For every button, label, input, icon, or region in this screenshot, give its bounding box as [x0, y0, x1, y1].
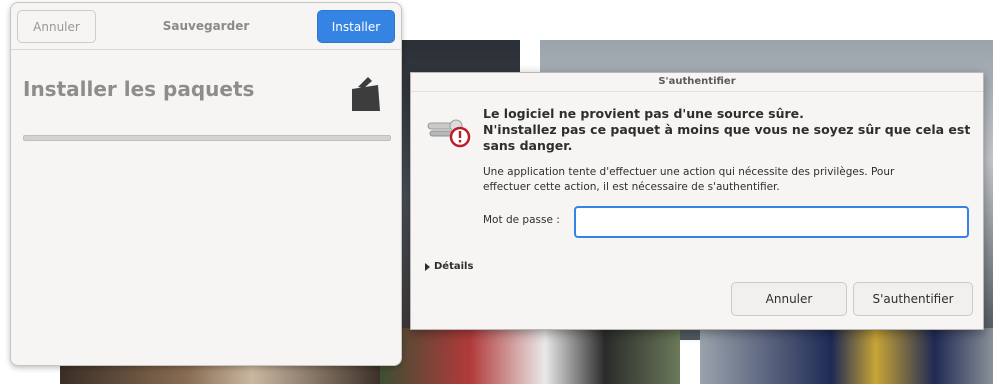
background-photo-4	[380, 328, 680, 384]
info-line: Une application tente d'effectuer une ac…	[483, 166, 895, 178]
install-button[interactable]: Installer	[317, 10, 395, 43]
password-field[interactable]	[574, 206, 969, 238]
keys-warning-icon	[427, 119, 471, 148]
auth-dialog-title: S'authentifier	[411, 73, 983, 92]
info-line: effectuer cette action, il est nécessair…	[483, 181, 780, 193]
details-label: Détails	[434, 261, 474, 272]
authenticate-button[interactable]: S'authentifier	[853, 282, 973, 316]
warning-line: sans danger.	[483, 138, 573, 153]
installer-cancel-button[interactable]: Annuler	[17, 10, 96, 43]
warning-line: Le logiciel ne provient pas d'une source…	[483, 106, 804, 121]
security-warning: Le logiciel ne provient pas d'une source…	[483, 106, 971, 154]
warning-line: N'installez pas ce paquet à moins que vo…	[483, 122, 971, 137]
auth-cancel-button[interactable]: Annuler	[731, 282, 847, 316]
installer-header: Annuler Sauvegarder Installer	[11, 3, 401, 50]
details-expander[interactable]: Détails	[425, 261, 473, 272]
package-icon	[352, 77, 380, 111]
expander-arrow-icon	[425, 262, 430, 271]
auth-info-text: Une application tente d'effectuer une ac…	[483, 165, 953, 195]
installer-window: Annuler Sauvegarder Installer Installer …	[10, 2, 402, 366]
background-photo-5	[700, 328, 993, 384]
auth-dialog: S'authentifier Le logiciel ne provient p…	[410, 72, 984, 330]
password-label: Mot de passe :	[483, 214, 560, 226]
installer-title: Sauvegarder	[162, 19, 250, 33]
install-progress-bar	[23, 135, 391, 141]
installer-heading: Installer les paquets	[23, 77, 255, 101]
